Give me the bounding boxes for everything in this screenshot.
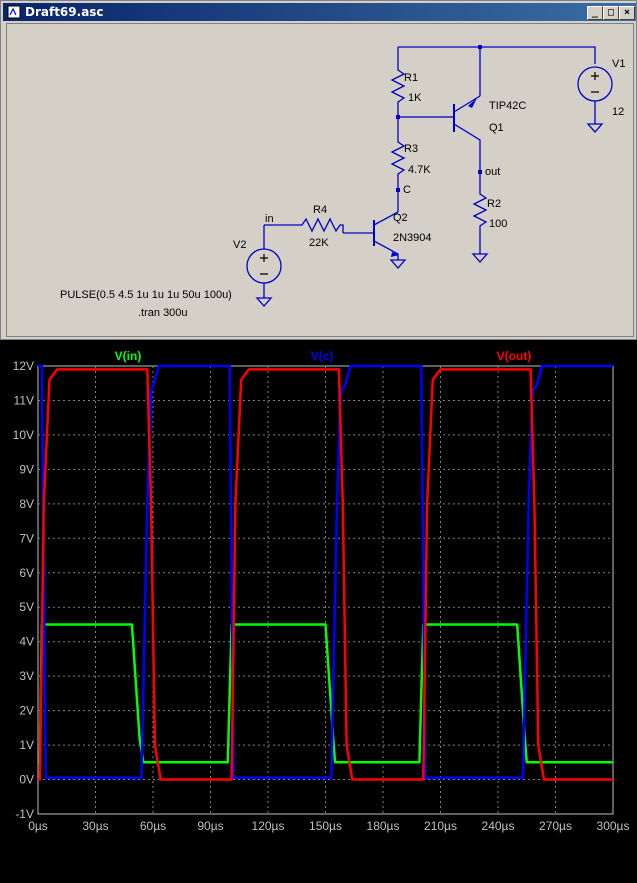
net-c-label: C xyxy=(403,184,411,196)
y-tick-label: 1V xyxy=(19,738,34,752)
maximize-button[interactable]: □ xyxy=(603,6,619,20)
x-tick-label: 120µs xyxy=(252,819,285,833)
v1-value: 12 xyxy=(612,106,625,118)
v2-polarity xyxy=(260,254,268,275)
q1-model: TIP42C xyxy=(489,100,527,112)
legend-entry[interactable]: V(c) xyxy=(311,349,334,363)
v2-name: V2 xyxy=(233,239,247,251)
ground-q2 xyxy=(389,259,407,269)
x-tick-label: 240µs xyxy=(482,819,515,833)
resistor-r2 xyxy=(472,172,488,254)
resistor-r1 xyxy=(390,64,406,117)
junction-r1-r3 xyxy=(396,115,400,119)
v1-name: V1 xyxy=(612,58,626,70)
y-tick-label: 11V xyxy=(14,393,34,407)
q2-name: Q2 xyxy=(393,212,408,224)
resistor-r3 xyxy=(390,136,406,190)
waveform-window: 0µs 30µs 60µs 90µs 120µs 150µs 180µs 210µs 240µs… xyxy=(0,340,637,883)
q1-name: Q1 xyxy=(489,122,504,134)
v1-polarity xyxy=(591,72,599,93)
r2-name: R2 xyxy=(487,198,502,210)
title-bar[interactable]: Draft69.asc _ □ × xyxy=(3,3,636,21)
tran-directive: .tran 300u xyxy=(138,307,188,319)
y-tick-label: 6V xyxy=(19,566,34,580)
waveform-plot[interactable]: 0µs 30µs 60µs 90µs 120µs 150µs 180µs 210µs 240µs… xyxy=(0,340,637,883)
ground-r2 xyxy=(471,253,489,263)
minimize-button[interactable]: _ xyxy=(587,6,603,20)
schematic-window: Draft69.asc _ □ × R1 1K R3 4.7K TIP42C Q… xyxy=(0,0,637,340)
y-tick-label: 8V xyxy=(19,497,34,511)
r1-name: R1 xyxy=(404,72,419,84)
x-tick-label: 270µs xyxy=(539,819,572,833)
y-tick-label: 7V xyxy=(19,531,34,545)
junction-top xyxy=(478,45,482,49)
x-tick-label: 180µs xyxy=(367,819,400,833)
y-tick-label: 12V xyxy=(13,359,34,373)
y-tick-label: 9V xyxy=(19,462,34,476)
close-button[interactable]: × xyxy=(619,6,635,20)
r3-name: R3 xyxy=(404,143,419,155)
legend-entry[interactable]: V(out) xyxy=(497,349,532,363)
x-tick-label: 90µs xyxy=(197,819,223,833)
pulse-directive: PULSE(0.5 4.5 1u 1u 1u 50u 100u) xyxy=(60,289,232,301)
junction-c xyxy=(396,188,400,192)
ground-v2 xyxy=(255,283,273,307)
x-tick-label: 30µs xyxy=(82,819,108,833)
q1-collector-lead xyxy=(453,123,481,172)
y-tick-label: 5V xyxy=(19,600,34,614)
q2-model: 2N3904 xyxy=(393,232,432,244)
y-tick-label: 3V xyxy=(19,669,34,683)
y-tick-label: 10V xyxy=(13,428,34,442)
x-tick-label: 210µs xyxy=(424,819,457,833)
resistor-r4 xyxy=(264,217,344,233)
r1-value: 1K xyxy=(408,92,422,104)
net-in-label: in xyxy=(265,213,274,225)
app-icon xyxy=(7,5,21,19)
net-out-label: out xyxy=(485,166,501,178)
x-tick-label: 0µs xyxy=(28,819,48,833)
r4-name: R4 xyxy=(313,204,328,216)
q1-emitter-lead xyxy=(453,95,481,113)
y-tick-label: 4V xyxy=(19,635,34,649)
legend-entry[interactable]: V(in) xyxy=(115,349,142,363)
x-tick-label: 150µs xyxy=(309,819,342,833)
r3-value: 4.7K xyxy=(408,164,431,176)
r2-value: 100 xyxy=(489,218,508,230)
y-tick-label: 2V xyxy=(19,704,34,718)
wire-top-rail xyxy=(398,46,596,64)
y-tick-label: -1V xyxy=(15,807,34,821)
x-tick-label: 300µs xyxy=(597,819,630,833)
ground-v1 xyxy=(586,101,604,133)
junction-out xyxy=(478,170,482,174)
window-title: Draft69.asc xyxy=(25,5,104,19)
r4-value: 22K xyxy=(309,237,329,249)
x-tick-label: 60µs xyxy=(140,819,166,833)
y-tick-label: 0V xyxy=(19,773,34,787)
schematic-canvas[interactable]: R1 1K R3 4.7K TIP42C Q1 out R2 100 V1 12… xyxy=(6,23,634,337)
